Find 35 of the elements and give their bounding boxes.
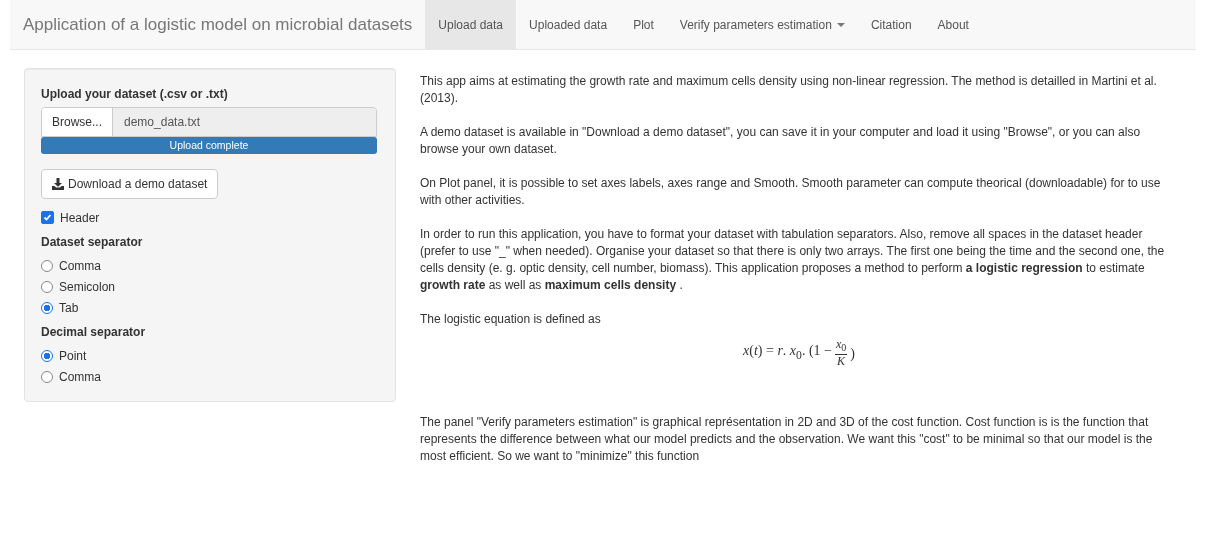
- nav-tab[interactable]: Uploaded data: [516, 0, 621, 49]
- paragraph: In order to run this application, you have to format your dataset with tabulation separators. Also, remove all spaces in the dataset header (prefer to use "_" when needed). Organise your dataset so that there is only two arrays. The first one being the time and the second one, the cells density (e. g. optic density, cell number, biomass). This application proposes a method to perform a logistic regression to estimate growth rate as well as maximum cells density .: [420, 226, 1166, 294]
- nav-tab[interactable]: Plot: [620, 0, 667, 49]
- radio-label: Semicolon: [59, 279, 116, 294]
- check-icon: [43, 213, 52, 222]
- app-title: Application of a logistic model on microbial datasets: [22, 13, 414, 36]
- radio-label: Comma: [59, 258, 101, 273]
- equation-intro: The logistic equation is defined as: [420, 311, 602, 328]
- download-button[interactable]: Download a demo dataset: [41, 169, 219, 199]
- progress-label: Upload complete: [168, 138, 250, 153]
- radio-button[interactable]: [41, 349, 53, 362]
- download-icon: [52, 178, 64, 190]
- paragraph: The panel "Verify parameters estimation" is graphical représentation in 2D and 3D of the cost function. Cost function is is the function that represents the difference between what our model predicts and the observation. We want this "cost" to be minimal so that our model is the most efficient. So we want to "minimize" this function: [420, 414, 1154, 465]
- radio-label: Comma: [59, 369, 101, 384]
- checkbox-label: Header: [60, 210, 100, 225]
- upload-label: Upload your dataset (.csv or .txt): [41, 87, 229, 101]
- radio-label: Point: [59, 348, 87, 363]
- nav-tab[interactable]: Verify parameters estimation: [666, 0, 858, 49]
- browse-button[interactable]: Browse...: [42, 108, 113, 136]
- paragraph: On Plot panel, it is possible to set axes labels, axes range and Smooth. Smooth parameter can compute theorical (downloadable) for to use with other activities.: [420, 175, 1162, 209]
- paragraph: This app aims at estimating the growth rate and maximum cells density using non-linear regression. The method is detailled in Martini et al. (2013).: [420, 73, 1158, 107]
- group-title: Decimal separator: [41, 325, 147, 339]
- nav-tab[interactable]: Citation: [857, 0, 925, 49]
- file-field[interactable]: Browse... demo_data.txt: [41, 107, 377, 137]
- group-title: Dataset separator: [41, 235, 144, 249]
- radio-button[interactable]: [41, 301, 53, 314]
- file-name-field: demo_data.txt: [113, 108, 376, 136]
- radio-label: Tab: [59, 300, 79, 315]
- paragraph: A demo dataset is available in "Download a demo dataset", you can save it in your computer and load it using "Browse", or you can also browse your own dataset.: [420, 124, 1142, 158]
- radio-button[interactable]: [41, 370, 53, 383]
- radio-button[interactable]: [41, 280, 53, 293]
- radio-button[interactable]: [41, 259, 53, 272]
- nav-tab[interactable]: Upload data: [425, 0, 517, 49]
- header-checkbox[interactable]: [41, 211, 54, 224]
- nav-tab[interactable]: About: [924, 0, 982, 49]
